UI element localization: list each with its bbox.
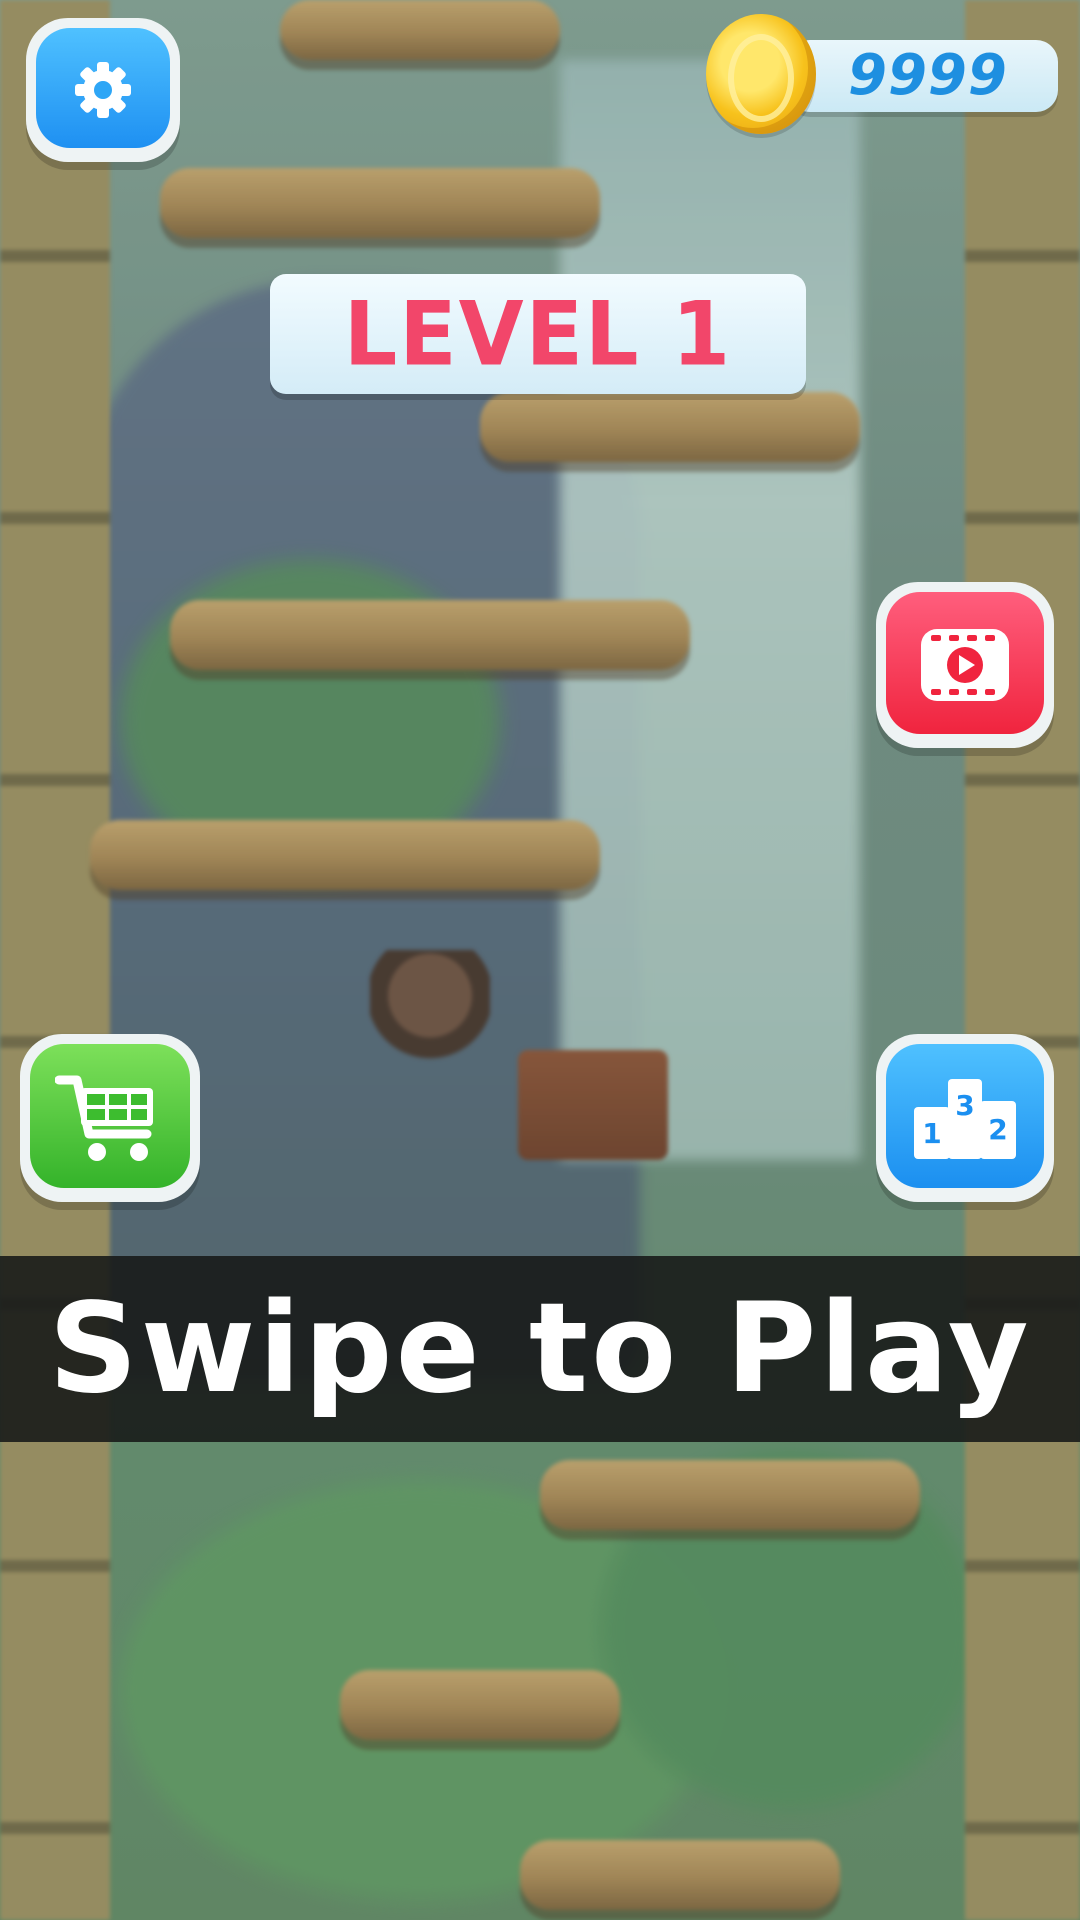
play-video-icon xyxy=(921,629,1009,701)
level-banner: LEVEL 1 xyxy=(270,274,806,394)
game-screen[interactable]: 9999 LEVEL 1 3 1 2 Swipe to Play xyxy=(0,0,1080,1920)
podium-place-label: 1 xyxy=(922,1117,941,1150)
swipe-prompt-band[interactable]: Swipe to Play xyxy=(0,1256,1080,1442)
watch-video-button[interactable] xyxy=(876,582,1054,748)
podium-place-label: 3 xyxy=(955,1089,974,1122)
shop-button[interactable] xyxy=(20,1034,200,1202)
coin-count: 9999 xyxy=(848,43,1008,108)
podium-icon: 3 1 2 xyxy=(914,1079,1016,1159)
coin-icon xyxy=(706,14,816,134)
coin-counter: 9999 xyxy=(788,40,1058,112)
podium-place-label: 2 xyxy=(988,1113,1007,1146)
gear-icon xyxy=(75,62,131,118)
swipe-to-play-label: Swipe to Play xyxy=(48,1277,1032,1421)
level-label: LEVEL 1 xyxy=(343,282,733,386)
settings-button[interactable] xyxy=(26,18,180,162)
leaderboard-button[interactable]: 3 1 2 xyxy=(876,1034,1054,1202)
shopping-cart-icon xyxy=(55,1075,153,1161)
